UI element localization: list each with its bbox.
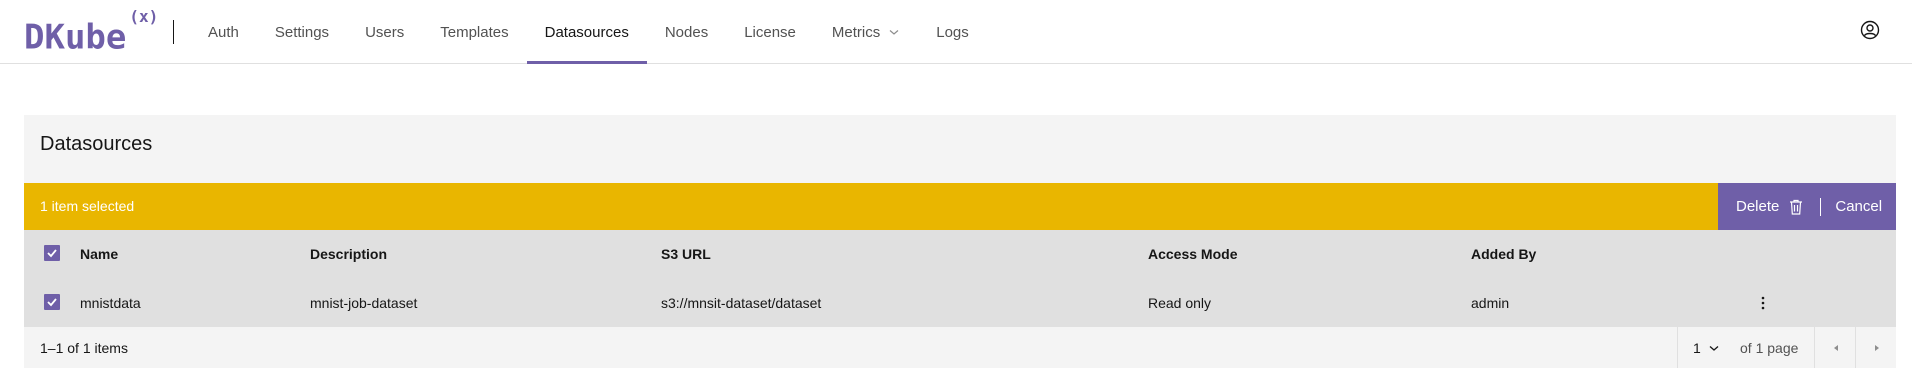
datasources-table: Name Description S3 URL Access Mode Adde… xyxy=(24,230,1896,326)
nav-item-metrics[interactable]: Metrics xyxy=(814,0,918,64)
nav-item-templates[interactable]: Templates xyxy=(422,0,526,64)
user-avatar-icon[interactable] xyxy=(1860,20,1880,40)
header-name[interactable]: Name xyxy=(80,230,118,278)
top-navigation-bar: DKube(x) Auth Settings Users Templates D… xyxy=(0,0,1912,64)
next-page-button[interactable] xyxy=(1856,327,1897,368)
panel-title: Datasources xyxy=(40,133,153,155)
table-row[interactable]: mnistdata mnist-job-dataset s3://mnsit-d… xyxy=(24,278,1896,326)
main-nav: Auth Settings Users Templates Datasource… xyxy=(190,0,987,64)
cell-access-mode: Read only xyxy=(1148,295,1212,311)
trash-icon xyxy=(1790,199,1803,215)
cell-description: mnist-job-dataset xyxy=(310,295,418,311)
logo-text: DKube xyxy=(24,17,127,58)
cancel-label: Cancel xyxy=(1835,198,1883,215)
cell-s3-url: s3://mnsit-dataset/dataset xyxy=(661,295,822,311)
delete-label: Delete xyxy=(1736,198,1780,215)
logo-divider xyxy=(173,20,174,44)
cancel-button[interactable]: Cancel xyxy=(1835,183,1882,230)
nav-item-auth[interactable]: Auth xyxy=(190,0,257,64)
chevron-down-icon xyxy=(889,30,899,35)
checkmark-icon xyxy=(47,249,57,258)
header-added-by[interactable]: Added By xyxy=(1471,230,1536,278)
nav-item-settings[interactable]: Settings xyxy=(257,0,347,64)
nav-item-logs[interactable]: Logs xyxy=(918,0,987,64)
nav-item-label: Logs xyxy=(936,23,969,41)
page-number-value: 1 xyxy=(1693,339,1701,356)
page-number-select[interactable]: 1 xyxy=(1693,327,1720,368)
dkube-logo[interactable]: DKube(x) xyxy=(24,7,158,58)
pagination-bar: 1–1 of 1 items 1 of 1 page xyxy=(24,326,1896,368)
previous-page-button[interactable] xyxy=(1815,327,1856,368)
nav-item-label: Settings xyxy=(274,23,330,41)
nav-item-nodes[interactable]: Nodes xyxy=(647,0,726,64)
header-access-mode[interactable]: Access Mode xyxy=(1148,230,1237,278)
nav-item-label: Datasources xyxy=(544,23,629,41)
cell-added-by: admin xyxy=(1471,295,1510,311)
select-all-checkbox[interactable] xyxy=(44,245,60,261)
caret-left-icon xyxy=(1833,344,1838,351)
datasources-panel: Datasources 1 item selected Delete Cance… xyxy=(24,115,1896,368)
nav-item-label: Nodes xyxy=(664,23,709,41)
caret-right-icon xyxy=(1874,344,1879,351)
nav-item-label: Templates xyxy=(440,23,509,41)
batch-action-bar: 1 item selected Delete Cancel xyxy=(24,183,1896,230)
pager-divider xyxy=(1677,327,1678,368)
cell-name: mnistdata xyxy=(80,295,141,311)
selected-count-text: 1 item selected xyxy=(40,198,135,214)
header-s3-url[interactable]: S3 URL xyxy=(661,230,711,278)
total-pages-text: of 1 page xyxy=(1740,340,1799,356)
nav-item-datasources[interactable]: Datasources xyxy=(526,0,648,64)
checkmark-icon xyxy=(47,298,57,307)
batch-divider xyxy=(1820,197,1822,216)
nav-item-license[interactable]: License xyxy=(726,0,814,64)
items-count-text: 1–1 of 1 items xyxy=(40,340,128,356)
nav-item-label: Users xyxy=(365,23,405,41)
nav-item-label: Metrics xyxy=(831,23,881,41)
nav-item-users[interactable]: Users xyxy=(347,0,422,64)
table-header-row: Name Description S3 URL Access Mode Adde… xyxy=(24,230,1896,278)
delete-button[interactable]: Delete xyxy=(1718,183,1803,230)
nav-item-label: Auth xyxy=(208,23,239,41)
chevron-down-icon xyxy=(1709,345,1719,351)
nav-item-label: License xyxy=(744,23,796,41)
logo-superscript: (x) xyxy=(129,7,159,26)
row-checkbox[interactable] xyxy=(44,294,60,310)
row-overflow-menu-icon[interactable] xyxy=(1751,291,1775,315)
batch-actions: Delete Cancel xyxy=(1718,183,1896,230)
header-description[interactable]: Description xyxy=(310,230,387,278)
